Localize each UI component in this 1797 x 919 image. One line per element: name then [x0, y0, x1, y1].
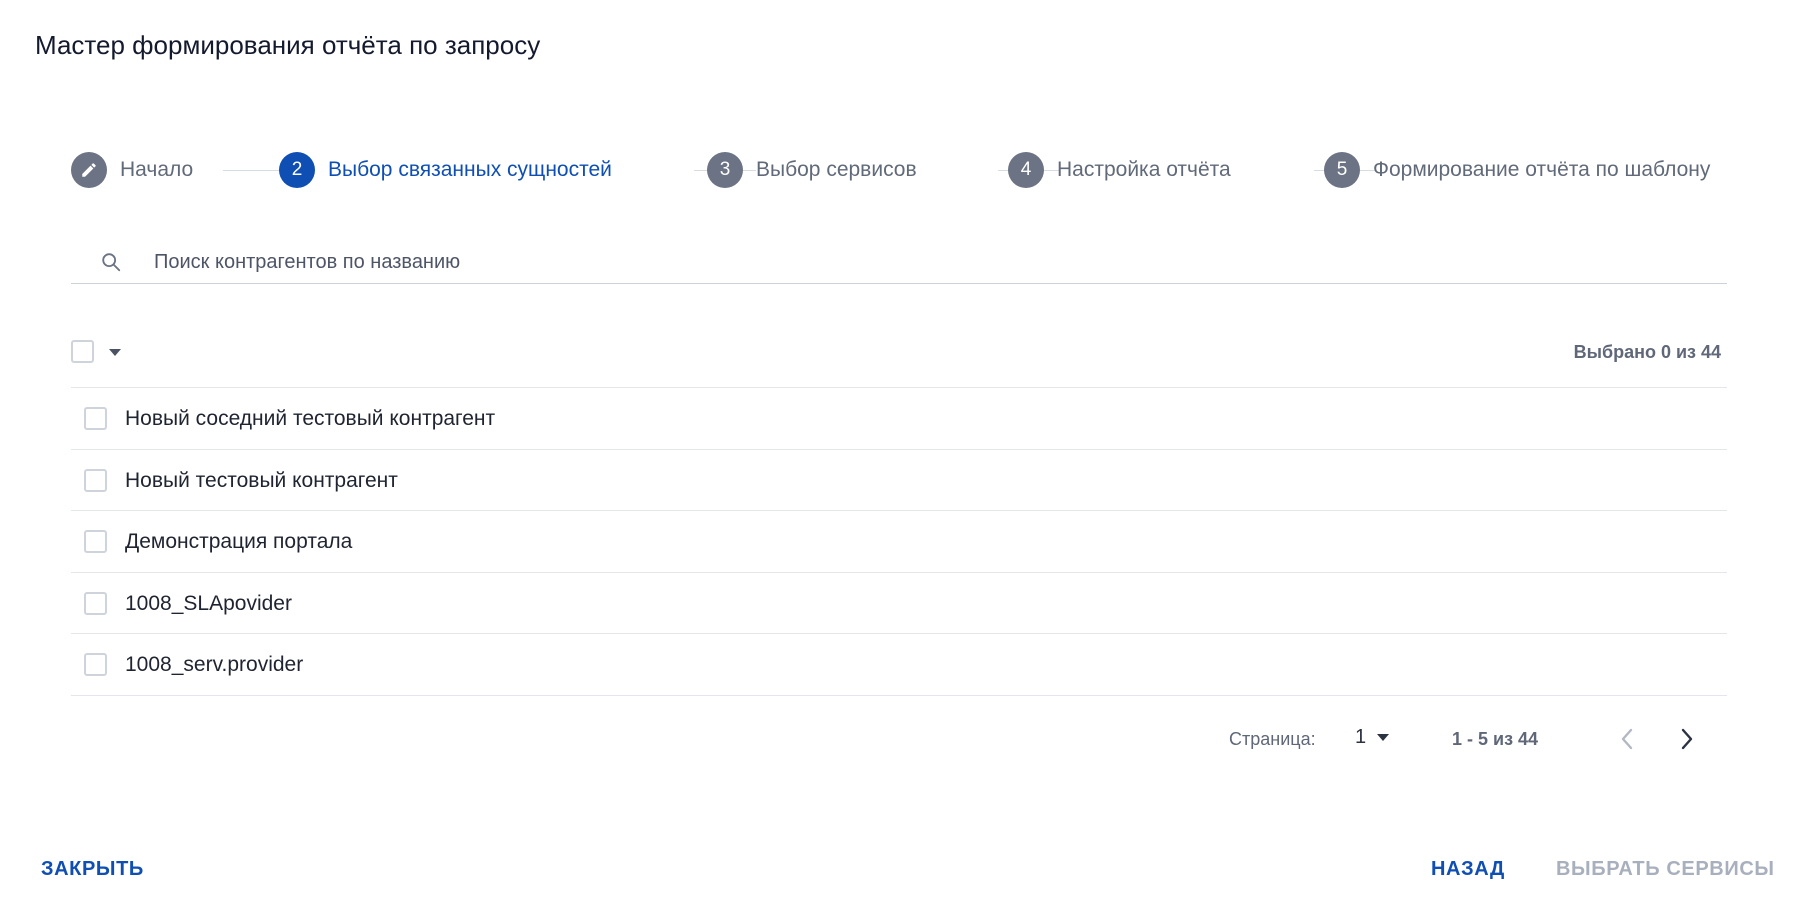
item-label: Демонстрация портала	[125, 530, 353, 553]
wizard-stepper: Начало 2 Выбор связанных сущностей 3 Выб…	[71, 152, 1727, 188]
counterparty-list: Новый соседний тестовый контрагент Новый…	[71, 388, 1727, 696]
step-report-settings[interactable]: 4 Настройка отчёта	[1008, 152, 1231, 188]
chevron-right-icon	[1681, 728, 1693, 750]
page-label: Страница:	[1229, 729, 1316, 749]
list-item[interactable]: Демонстрация портала	[71, 511, 1727, 573]
step-start[interactable]: Начало	[71, 152, 193, 188]
list-toolbar: Выбрано 0 из 44	[71, 330, 1727, 388]
step-connector	[223, 170, 285, 171]
item-label: 1008_serv.provider	[125, 653, 304, 676]
select-all-checkbox[interactable]	[71, 340, 94, 363]
dialog-title: Мастер формирования отчёта по запросу	[35, 30, 541, 60]
step-label: Настройка отчёта	[1057, 158, 1231, 181]
search-bar	[71, 242, 1727, 284]
item-checkbox[interactable]	[84, 653, 107, 676]
prev-page-button[interactable]	[1612, 722, 1642, 756]
item-label: Новый тестовый контрагент	[125, 468, 398, 492]
step-label: Выбор связанных сущностей	[328, 158, 612, 181]
item-checkbox[interactable]	[84, 530, 107, 553]
step-number: 3	[707, 152, 743, 188]
caret-down-icon	[1377, 734, 1390, 741]
step-related-entities[interactable]: 2 Выбор связанных сущностей	[279, 152, 612, 188]
step-number: 4	[1008, 152, 1044, 188]
page-select[interactable]: 1	[1355, 726, 1390, 749]
select-services-button[interactable]: ВЫБРАТЬ СЕРВИСЫ	[1556, 858, 1775, 881]
step-label: Начало	[120, 158, 194, 181]
step-label: Выбор сервисов	[756, 158, 917, 181]
page-range: 1 - 5 из 44	[1452, 729, 1539, 749]
search-input[interactable]	[154, 246, 1654, 278]
page-value: 1	[1355, 726, 1367, 748]
close-button[interactable]: ЗАКРЫТЬ	[41, 858, 144, 881]
list-item[interactable]: Новый соседний тестовый контрагент	[71, 388, 1727, 450]
step-number: 2	[279, 152, 315, 188]
back-button[interactable]: НАЗАД	[1431, 858, 1505, 881]
item-label: Новый соседний тестовый контрагент	[125, 407, 496, 430]
step-number: 5	[1324, 152, 1360, 188]
next-page-button[interactable]	[1672, 722, 1702, 756]
item-checkbox[interactable]	[84, 407, 107, 430]
search-icon	[102, 253, 121, 272]
step-label: Формирование отчёта по шаблону	[1373, 158, 1711, 181]
selected-count: Выбрано 0 из 44	[1573, 342, 1721, 362]
list-item[interactable]: 1008_serv.provider	[71, 634, 1727, 696]
chevron-left-icon	[1621, 728, 1633, 750]
item-label: 1008_SLApovider	[125, 591, 292, 615]
list-item[interactable]: Новый тестовый контрагент	[71, 450, 1727, 511]
item-checkbox[interactable]	[84, 468, 107, 492]
caret-down-icon[interactable]	[107, 346, 123, 358]
pagination: Страница: 1 1 - 5 из 44	[0, 720, 1797, 760]
step-services[interactable]: 3 Выбор сервисов	[707, 152, 917, 188]
item-checkbox[interactable]	[84, 591, 107, 615]
step-circle	[71, 152, 107, 188]
pencil-icon	[82, 163, 96, 177]
step-template-report[interactable]: 5 Формирование отчёта по шаблону	[1324, 152, 1710, 188]
list-item[interactable]: 1008_SLApovider	[71, 573, 1727, 634]
report-wizard-dialog: Мастер формирования отчёта по запросу На…	[0, 0, 1797, 919]
